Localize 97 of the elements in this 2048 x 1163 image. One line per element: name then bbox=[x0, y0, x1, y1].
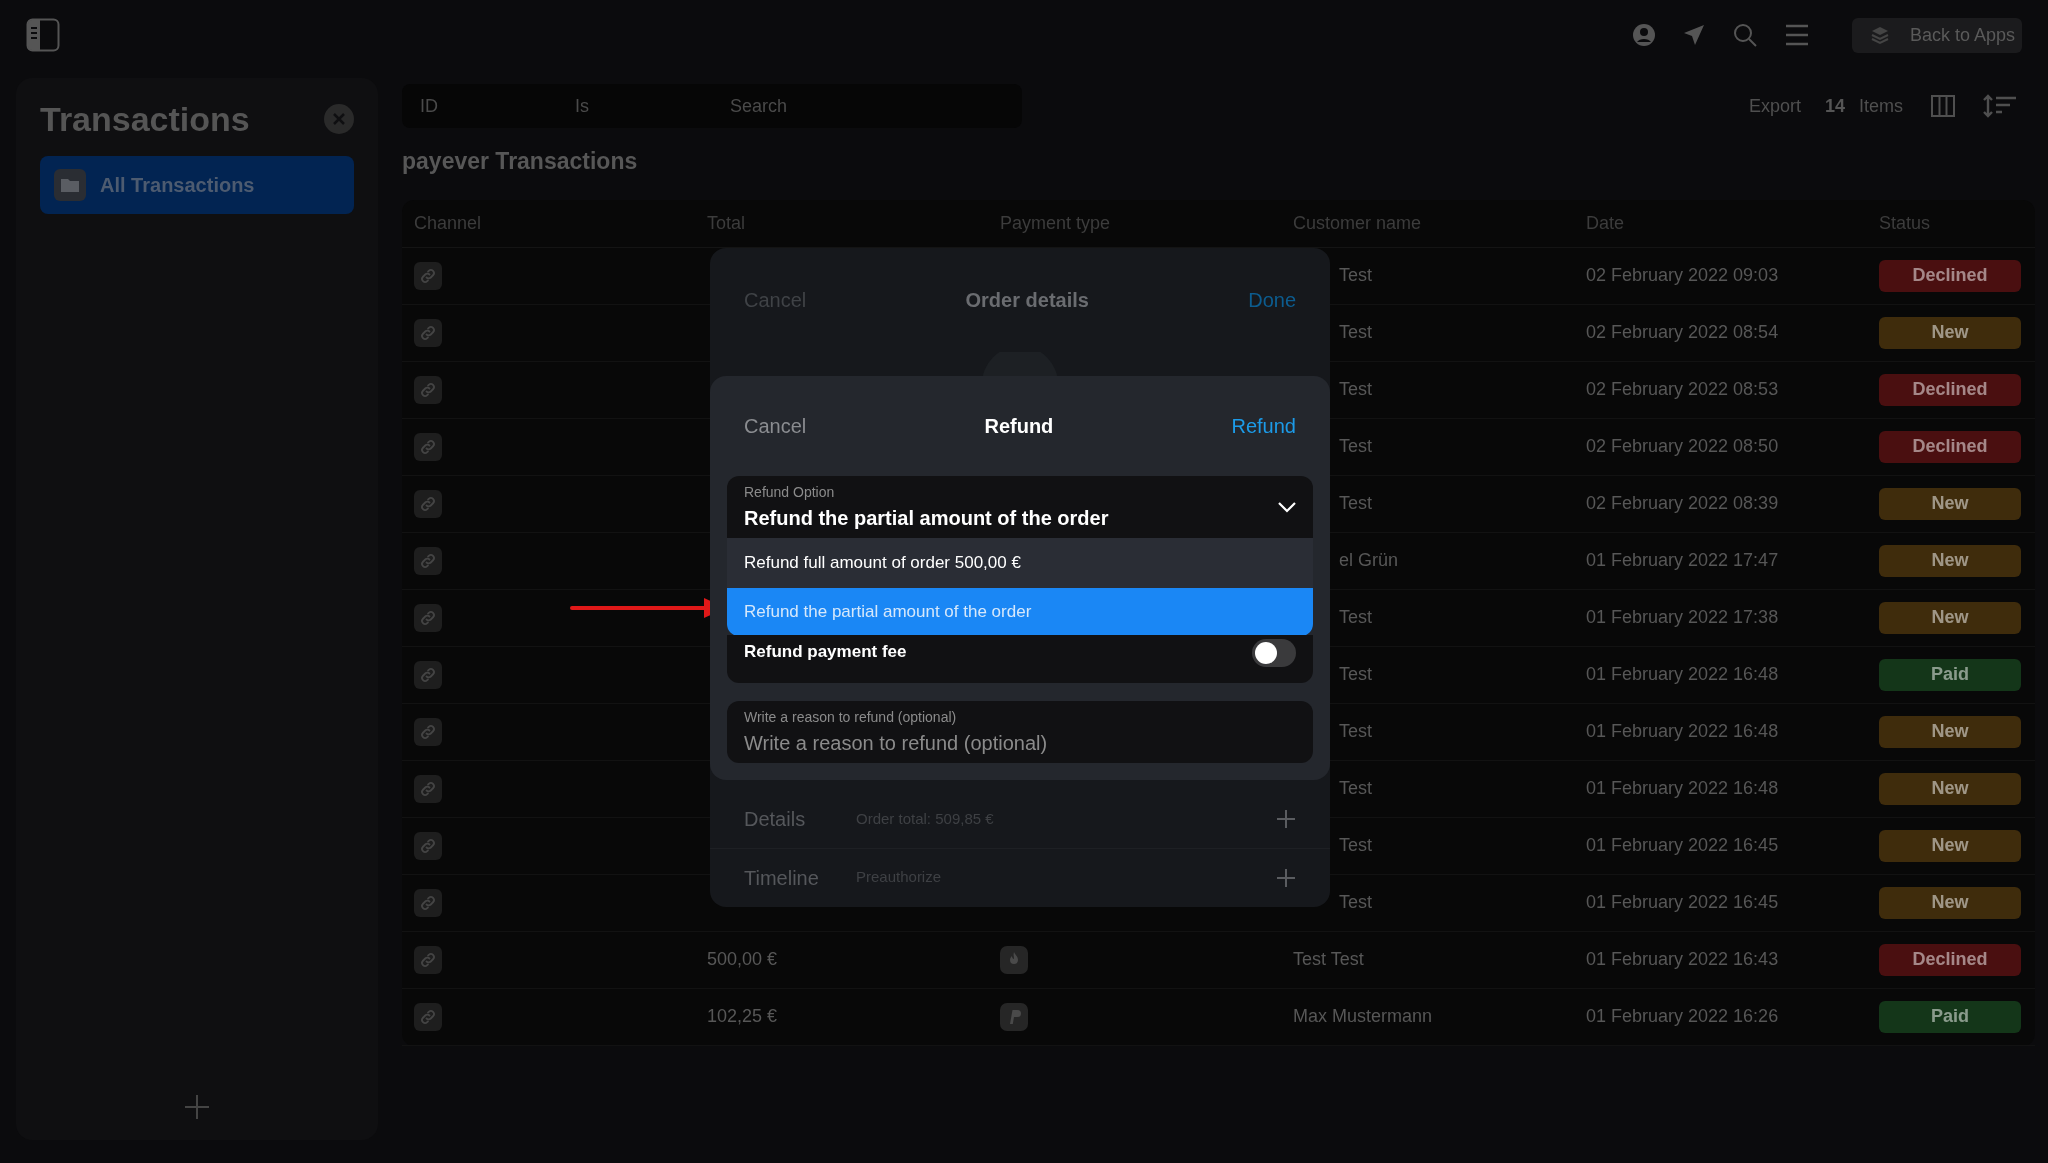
link-icon bbox=[414, 261, 442, 290]
item-count-label: Items bbox=[1859, 94, 1903, 118]
status-badge: New bbox=[1879, 544, 2021, 577]
table-cell: 01 February 2022 16:48 bbox=[1586, 778, 1779, 798]
refund-reason-field[interactable]: Write a reason to refund (optional) Write a reason to refund (optional) bbox=[727, 701, 1313, 763]
status-badge: New bbox=[1879, 886, 2021, 919]
send-icon[interactable] bbox=[1682, 23, 1706, 47]
table-cell: Test bbox=[1339, 892, 1372, 912]
link-icon bbox=[414, 375, 442, 404]
sidebar-title: Transactions bbox=[40, 98, 250, 140]
section-label: Details bbox=[744, 807, 807, 832]
dropdown-option[interactable]: Refund the partial amount of the order bbox=[727, 588, 1313, 636]
link-icon bbox=[414, 489, 442, 518]
status-badge: New bbox=[1879, 487, 2021, 520]
table-cell: Test bbox=[1339, 265, 1372, 285]
table-cell: 01 February 2022 16:43 bbox=[1586, 949, 1779, 969]
table-cell: Test bbox=[1339, 493, 1372, 513]
export-button[interactable]: Export bbox=[1748, 92, 1801, 120]
expand-icon[interactable] bbox=[1276, 809, 1296, 829]
status-badge: New bbox=[1879, 772, 2021, 805]
layers-icon bbox=[1870, 25, 1890, 45]
refund-button[interactable]: Refund bbox=[1231, 411, 1296, 441]
menu-icon[interactable] bbox=[1784, 23, 1810, 47]
link-icon bbox=[414, 660, 442, 689]
sidebar-item[interactable]: All Transactions bbox=[40, 156, 354, 214]
link-icon bbox=[414, 717, 442, 746]
status-badge: Declined bbox=[1879, 373, 2021, 406]
table-cell: 01 February 2022 16:45 bbox=[1586, 892, 1779, 912]
expand-icon[interactable] bbox=[1276, 867, 1296, 888]
status-badge: New bbox=[1879, 316, 2021, 349]
status-badge: New bbox=[1879, 829, 2021, 862]
table-cell: 02 February 2022 08:53 bbox=[1586, 379, 1779, 399]
refund-option-select[interactable]: Refund Option Refund the partial amount of the order bbox=[727, 476, 1313, 538]
table-cell: Test bbox=[1339, 721, 1372, 741]
table-cell: 01 February 2022 16:45 bbox=[1586, 835, 1779, 855]
flame-icon bbox=[1000, 945, 1028, 974]
table-title: payever Transactions bbox=[402, 147, 639, 176]
link-icon bbox=[414, 774, 442, 803]
table-cell: 102,25 € bbox=[707, 1006, 778, 1026]
sort-icon[interactable] bbox=[1983, 94, 2017, 118]
item-count: 14 bbox=[1824, 94, 1845, 118]
status-badge: Declined bbox=[1879, 259, 2021, 292]
sheet-title: Refund bbox=[984, 414, 1054, 439]
link-icon bbox=[414, 603, 442, 632]
status-badge: New bbox=[1879, 715, 2021, 748]
table-cell: Test bbox=[1339, 607, 1372, 627]
status-badge: Declined bbox=[1879, 430, 2021, 463]
refund-fee-label: Refund payment fee bbox=[744, 641, 907, 663]
link-icon bbox=[414, 888, 442, 917]
add-icon[interactable] bbox=[184, 1094, 210, 1120]
link-icon bbox=[414, 546, 442, 575]
link-icon bbox=[414, 1002, 442, 1031]
table-cell: 01 February 2022 17:47 bbox=[1586, 550, 1779, 570]
search-icon[interactable] bbox=[1732, 22, 1758, 48]
table-cell: Test bbox=[1339, 835, 1372, 855]
reason-input[interactable]: Write a reason to refund (optional) bbox=[744, 727, 1296, 758]
link-icon bbox=[414, 318, 442, 347]
status-badge: Declined bbox=[1879, 943, 2021, 976]
cancel-button[interactable]: Cancel bbox=[744, 411, 807, 441]
table-cell: Test bbox=[1339, 436, 1372, 456]
link-icon bbox=[414, 831, 442, 860]
table-cell: el Grün bbox=[1339, 550, 1399, 570]
sheet-title: Order details bbox=[965, 288, 1089, 313]
link-icon bbox=[414, 432, 442, 461]
refund-fee-toggle[interactable] bbox=[1252, 639, 1296, 667]
columns-icon[interactable] bbox=[1931, 95, 1955, 117]
sidebar-toggle-icon[interactable] bbox=[26, 18, 60, 52]
payment-method-icon bbox=[1000, 1002, 1028, 1031]
table-cell: 02 February 2022 08:54 bbox=[1586, 322, 1779, 342]
table-cell: 01 February 2022 16:48 bbox=[1586, 721, 1779, 741]
section-label: Timeline bbox=[744, 865, 820, 891]
table-cell: 02 February 2022 08:50 bbox=[1586, 436, 1779, 456]
table-cell: 02 February 2022 09:03 bbox=[1586, 265, 1779, 285]
link-icon bbox=[414, 945, 442, 974]
table-cell: 01 February 2022 16:26 bbox=[1586, 1006, 1779, 1026]
table-cell: Test bbox=[1339, 379, 1372, 399]
table-cell: Max Mustermann bbox=[1293, 1006, 1433, 1026]
status-badge: New bbox=[1879, 601, 2021, 634]
table-cell: 500,00 € bbox=[707, 949, 778, 969]
chevron-down-icon bbox=[1278, 501, 1296, 513]
back-to-apps-button[interactable]: Back to Apps bbox=[1852, 17, 2022, 53]
table-cell: Test Test bbox=[1293, 949, 1364, 969]
table-cell: Test bbox=[1339, 778, 1372, 798]
table-cell: Test bbox=[1339, 664, 1372, 684]
filter-field[interactable]: ID bbox=[402, 84, 557, 128]
filter-field[interactable]: Is bbox=[557, 84, 712, 128]
table-cell: Test bbox=[1339, 322, 1372, 342]
status-badge: Paid bbox=[1879, 658, 2021, 691]
dropdown-option[interactable]: Refund full amount of order 500,00 € bbox=[727, 538, 1313, 588]
folder-icon bbox=[54, 169, 86, 201]
table-cell: 01 February 2022 17:38 bbox=[1586, 607, 1779, 627]
done-button[interactable]: Done bbox=[1248, 285, 1296, 315]
table-cell: 02 February 2022 08:39 bbox=[1586, 493, 1779, 513]
table-cell: 01 February 2022 16:48 bbox=[1586, 664, 1779, 684]
status-badge: Paid bbox=[1879, 1000, 2021, 1033]
filter-field[interactable]: Search bbox=[712, 84, 1022, 128]
user-icon[interactable] bbox=[1632, 23, 1656, 47]
